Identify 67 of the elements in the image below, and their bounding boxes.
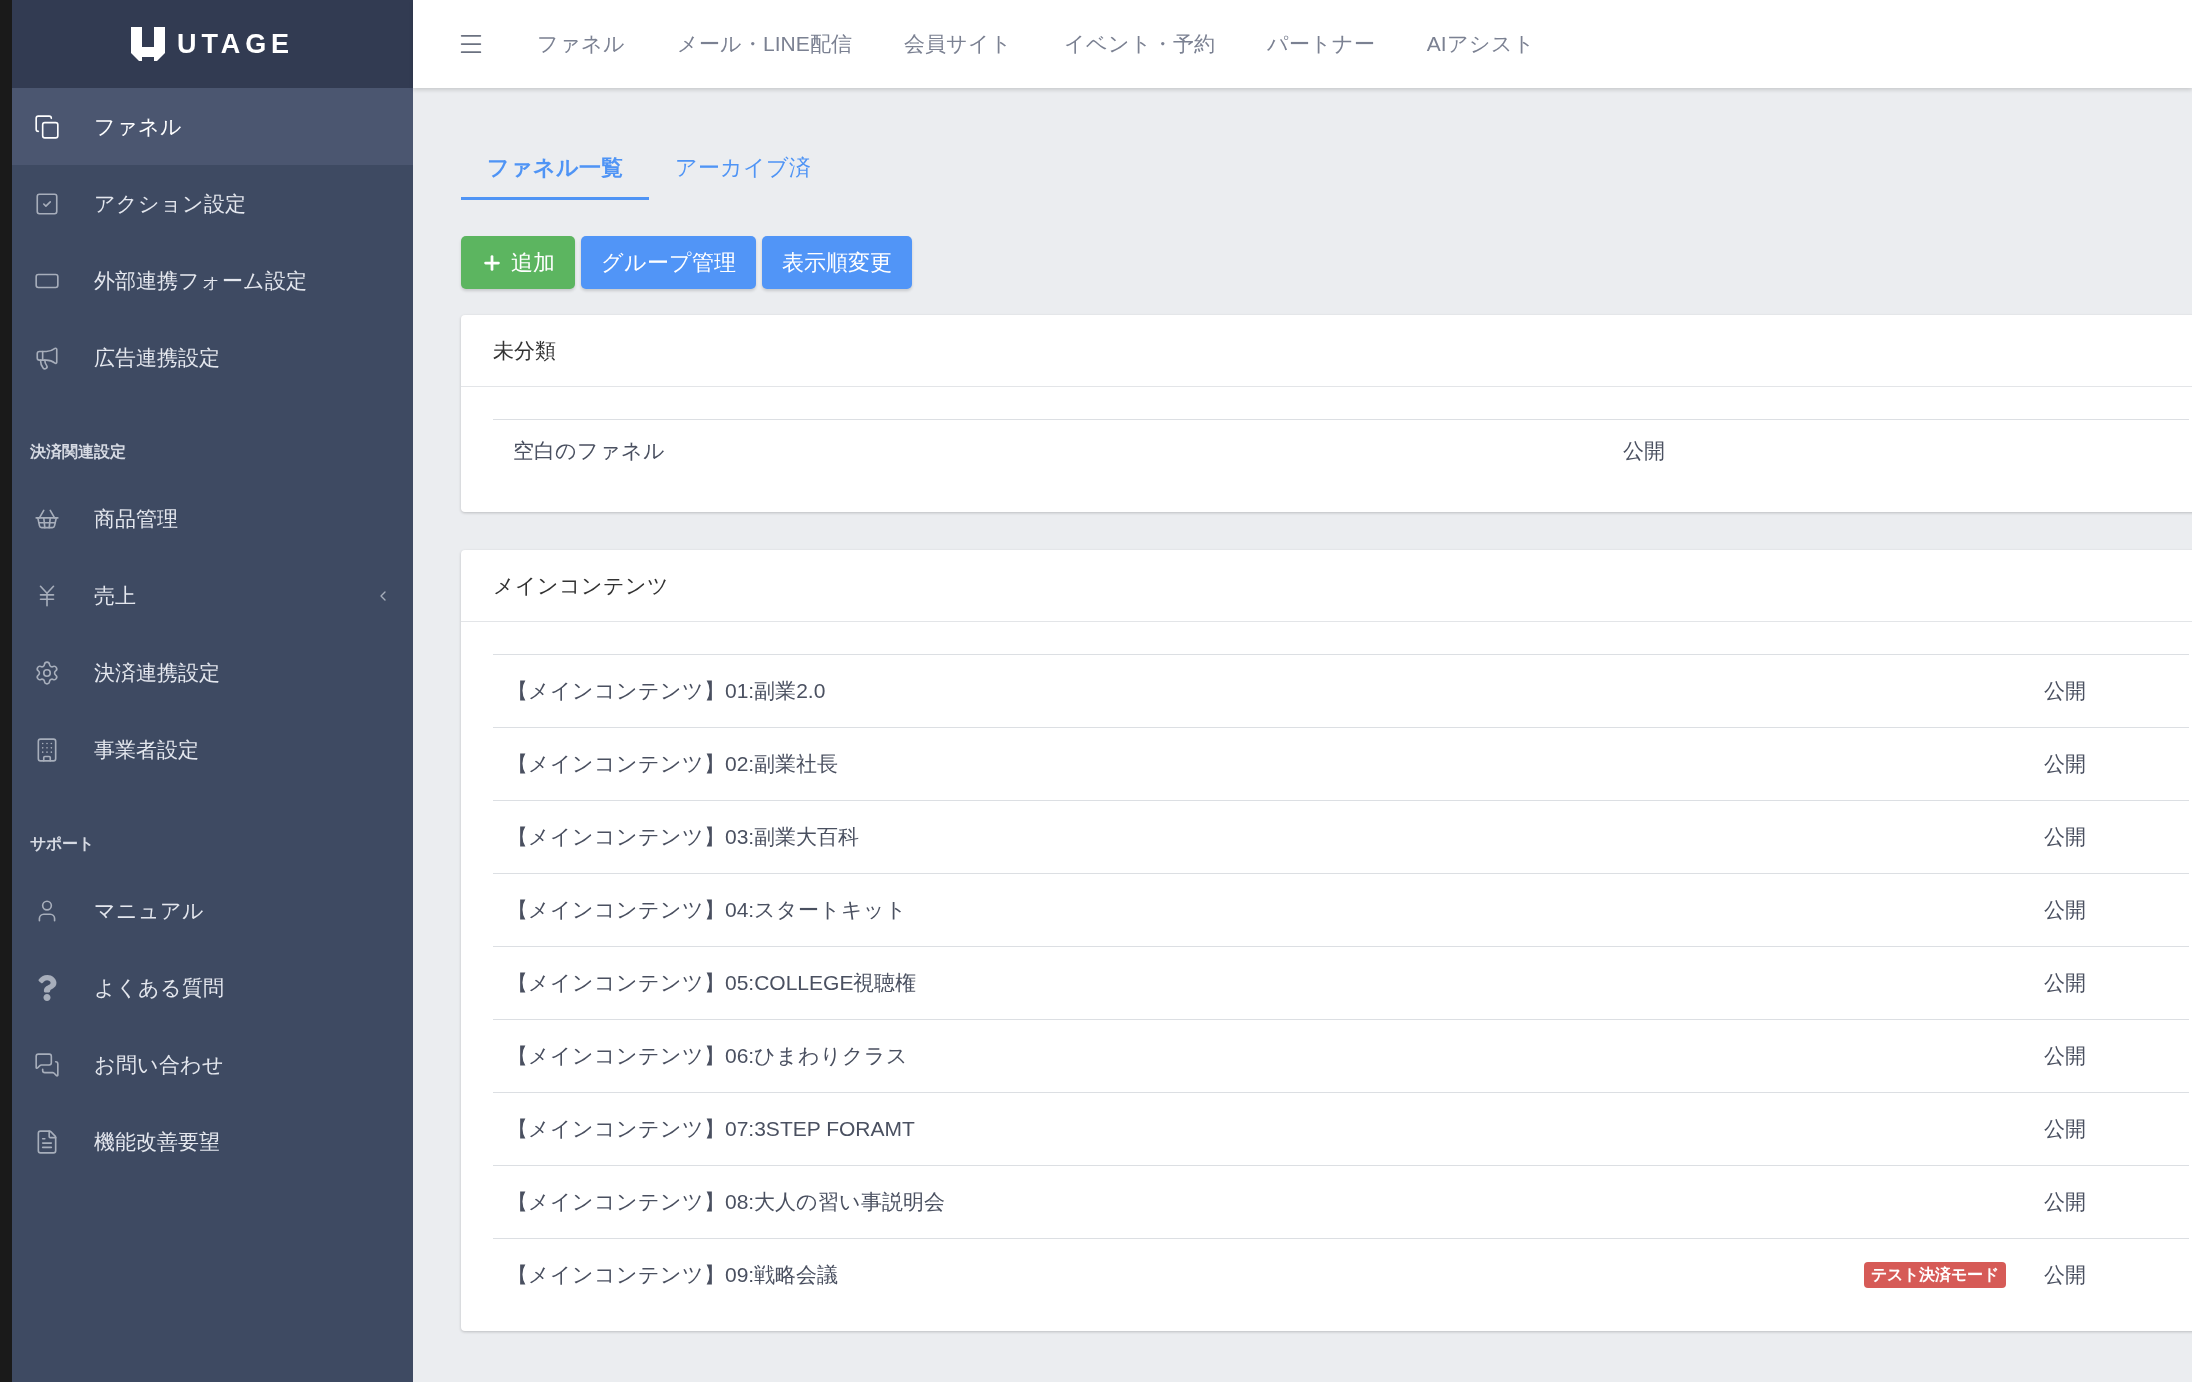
group-title: 未分類 bbox=[461, 315, 2192, 387]
section-heading: 決済関連設定 bbox=[29, 442, 127, 462]
status-label: 公開 bbox=[2044, 824, 2087, 851]
sidebar-item-label: 広告連携設定 bbox=[94, 344, 221, 371]
funnel-row[interactable]: 【メインコンテンツ】05:COLLEGE視聴権 公開 bbox=[493, 946, 2189, 1019]
top-nav-link[interactable]: イベント・予約 bbox=[1063, 28, 1215, 60]
funnel-name: 【メインコンテンツ】08:大人の習い事説明会 bbox=[506, 1189, 947, 1216]
test-mode-badge: テスト決済モード bbox=[1864, 1262, 2006, 1288]
sidebar-item[interactable]: 売上 bbox=[12, 557, 413, 634]
sidebar-item-label: マニュアル bbox=[94, 897, 205, 924]
funnel-name: 【メインコンテンツ】03:副業大百科 bbox=[506, 824, 861, 851]
sidebar-item[interactable]: 決済連携設定 bbox=[12, 634, 413, 711]
status-label: 公開 bbox=[2044, 751, 2087, 778]
sidebar-item-label: アクション設定 bbox=[94, 190, 247, 217]
funnel-row[interactable]: 【メインコンテンツ】06:ひまわりクラス 公開 bbox=[493, 1019, 2189, 1092]
top-nav-link[interactable]: AIアシスト bbox=[1426, 28, 1535, 60]
sidebar-item[interactable]: 事業者設定 bbox=[12, 711, 413, 788]
sidebar-item-label: 売上 bbox=[94, 582, 137, 609]
funnel-row[interactable]: 空白のファネル 公開 bbox=[493, 419, 2189, 492]
sidebar-item[interactable]: 商品管理 bbox=[12, 480, 413, 557]
status-label: 公開 bbox=[2044, 678, 2087, 705]
sidebar-item-label: 機能改善要望 bbox=[94, 1128, 221, 1155]
sidebar-item[interactable]: マニュアル bbox=[12, 872, 413, 949]
funnel-name: 空白のファネル bbox=[512, 438, 666, 465]
status-label: 公開 bbox=[1623, 438, 1665, 465]
logo-text: UTAGE bbox=[177, 27, 294, 61]
sidebar-item-label: よくある質問 bbox=[94, 974, 225, 1001]
top-nav-link[interactable]: パートナー bbox=[1266, 28, 1375, 60]
top-nav-link[interactable]: ファネル bbox=[537, 28, 625, 60]
sidebar-item[interactable]: ファネル bbox=[12, 88, 413, 165]
sidebar-item[interactable]: よくある質問 bbox=[12, 949, 413, 1026]
top-nav-link[interactable]: 会員サイト bbox=[903, 28, 1012, 60]
logo-icon bbox=[131, 25, 166, 63]
funnel-name: 【メインコンテンツ】06:ひまわりクラス bbox=[506, 1043, 910, 1070]
section-heading: サポート bbox=[29, 834, 95, 854]
sidebar-item-label: 商品管理 bbox=[94, 505, 179, 532]
funnel-row[interactable]: 【メインコンテンツ】09:戦略会議 テスト決済モード 公開 bbox=[493, 1238, 2189, 1311]
funnel-name: 【メインコンテンツ】05:COLLEGE視聴権 bbox=[506, 970, 918, 997]
sidebar-item-label: お問い合わせ bbox=[94, 1051, 225, 1078]
funnel-row[interactable]: 【メインコンテンツ】07:3STEP FORAMT 公開 bbox=[493, 1092, 2189, 1165]
status-label: 公開 bbox=[2044, 970, 2087, 997]
funnel-row[interactable]: 【メインコンテンツ】03:副業大百科 公開 bbox=[493, 800, 2189, 873]
sidebar-item-label: 決済連携設定 bbox=[94, 659, 221, 686]
sidebar-item[interactable]: アクション設定 bbox=[12, 165, 413, 242]
funnel-name: 【メインコンテンツ】01:副業2.0 bbox=[506, 678, 827, 705]
sidebar-item-label: ファネル bbox=[94, 113, 183, 140]
sidebar-item[interactable]: 機能改善要望 bbox=[12, 1103, 413, 1180]
status-label: 公開 bbox=[2044, 1262, 2087, 1289]
group-title: メインコンテンツ bbox=[461, 550, 2192, 622]
sidebar-item[interactable]: お問い合わせ bbox=[12, 1026, 413, 1103]
funnel-row[interactable]: 【メインコンテンツ】08:大人の習い事説明会 公開 bbox=[493, 1165, 2189, 1238]
funnel-name: 【メインコンテンツ】02:副業社長 bbox=[506, 751, 840, 778]
funnel-name: 【メインコンテンツ】04:スタートキット bbox=[506, 897, 909, 924]
funnel-row[interactable]: 【メインコンテンツ】02:副業社長 公開 bbox=[493, 727, 2189, 800]
funnel-row[interactable]: 【メインコンテンツ】01:副業2.0 公開 bbox=[493, 654, 2189, 727]
sidebar-item-label: 外部連携フォーム設定 bbox=[94, 267, 308, 294]
sidebar-item[interactable]: 広告連携設定 bbox=[12, 319, 413, 396]
status-label: 公開 bbox=[2044, 1189, 2087, 1216]
top-nav-link[interactable]: メール・LINE配信 bbox=[677, 28, 852, 60]
status-label: 公開 bbox=[2044, 897, 2087, 924]
status-label: 公開 bbox=[2044, 1116, 2087, 1143]
funnel-row[interactable]: 【メインコンテンツ】04:スタートキット 公開 bbox=[493, 873, 2189, 946]
status-label: 公開 bbox=[2044, 1043, 2087, 1070]
funnel-name: 【メインコンテンツ】09:戦略会議 bbox=[506, 1262, 840, 1289]
sidebar-item[interactable]: 外部連携フォーム設定 bbox=[12, 242, 413, 319]
sidebar-item-label: 事業者設定 bbox=[94, 736, 200, 763]
funnel-name: 【メインコンテンツ】07:3STEP FORAMT bbox=[506, 1116, 916, 1143]
